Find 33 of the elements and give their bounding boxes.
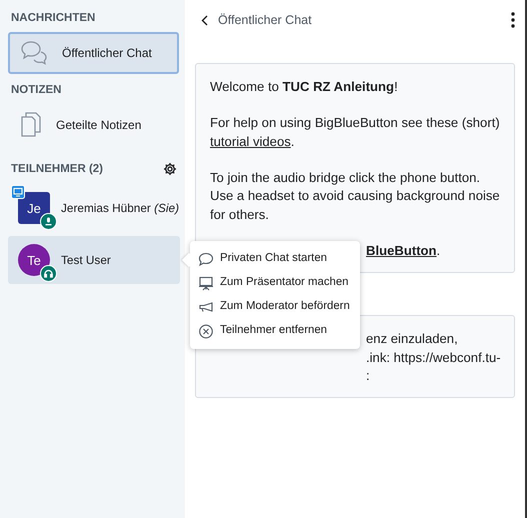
presentation-icon	[198, 276, 214, 291]
menu-item[interactable]: Privaten Chat starten	[190, 247, 360, 271]
headphones-icon	[44, 269, 53, 278]
more-icon[interactable]	[511, 12, 515, 28]
participant-item[interactable]: Te Test User	[8, 236, 180, 284]
message-text: To join the audio bridge click the phone button. Use a headset to avoid causing background noise for others.	[210, 168, 501, 224]
menu-item[interactable]: Teilnehmer entfernen	[190, 319, 360, 343]
chat-icon	[198, 252, 214, 267]
remove-icon	[198, 324, 214, 339]
message-text: For help on using BigBlueButton see these (short) tutorial videos.	[210, 114, 501, 151]
chat-icon	[20, 40, 48, 66]
message-text: enz einzuladen,	[366, 330, 459, 348]
participant-item[interactable]: Je Jeremias Hübner (Sie)	[8, 184, 180, 232]
section-title: TEILNEHMER (2)	[10, 163, 104, 175]
chevron-left-icon	[201, 14, 208, 26]
message-text: BlueButton.	[366, 242, 442, 260]
chat-list-item[interactable]: Öffentlicher Chat	[8, 32, 179, 74]
section-title: NACHRICHTEN	[10, 12, 96, 24]
message-text: :	[366, 366, 371, 385]
message-text: Welcome to TUC RZ Anleitung!	[210, 78, 399, 96]
document-icon	[20, 112, 42, 138]
back-button[interactable]: Öffentlicher Chat	[201, 13, 312, 27]
settings-icon[interactable]	[163, 162, 177, 176]
menu-item[interactable]: Zum Moderator befördern	[190, 295, 360, 319]
chat-link[interactable]: BlueButton	[366, 242, 437, 258]
chat-link[interactable]: tutorial videos	[210, 134, 291, 149]
participant-name: Jeremias Hübner (Sie)	[61, 201, 180, 215]
microphone-icon	[44, 217, 53, 226]
section-title: NOTIZEN	[10, 84, 62, 96]
menu-item[interactable]: Zum Präsentator machen	[190, 271, 360, 295]
message-text: .ink: https://webconf.tu-	[366, 348, 502, 367]
participant-name: Test User	[61, 253, 111, 267]
notes-list-item[interactable]: Geteilte Notizen	[8, 104, 179, 146]
